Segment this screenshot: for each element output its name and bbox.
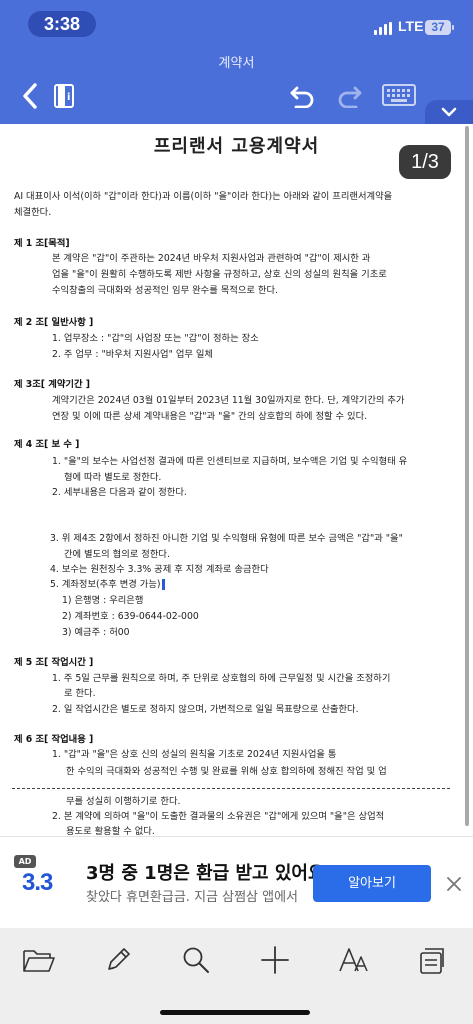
ad-logo: 3.3 bbox=[22, 869, 53, 896]
search-icon bbox=[183, 947, 209, 973]
back-chevron-icon bbox=[23, 83, 37, 109]
keyboard-icon bbox=[382, 84, 416, 106]
doc-line: 1. "갑"과 "을"은 상호 신의 성실의 원칙을 기초로 2024년 지원사… bbox=[52, 749, 337, 760]
document-title: 계약서 bbox=[218, 56, 255, 71]
document-info-button[interactable]: i bbox=[50, 78, 80, 114]
undo-button[interactable] bbox=[284, 78, 320, 114]
status-time: 3:38 bbox=[28, 11, 96, 37]
doc-line: 1. "을"의 보수는 사업선정 결과에 따른 인센티브로 지급하며, 보수액은… bbox=[52, 456, 408, 467]
battery-icon: 37 bbox=[425, 20, 454, 35]
doc-line: 계약기간은 2024년 03월 01일부터 2023년 11월 30일까지로 한… bbox=[52, 395, 405, 406]
undo-icon bbox=[290, 86, 314, 108]
redo-button[interactable] bbox=[332, 78, 368, 114]
doc-line: 3) 예금주 : 허00 bbox=[62, 627, 130, 638]
doc-line: 1. 주 5일 근무를 원칙으로 하며, 주 단위로 상호협의 하에 근무일정 … bbox=[52, 673, 391, 684]
account-info-label: 5. 계좌정보(추후 변경 가능) bbox=[50, 579, 161, 590]
page-break bbox=[12, 788, 450, 789]
section-title: 제 6 조[ 작업내용 ] bbox=[14, 734, 94, 745]
back-button[interactable] bbox=[14, 78, 46, 114]
home-indicator bbox=[160, 1010, 310, 1015]
doc-line: 2. 주 업무 : "바우처 지원사업" 업무 일체 bbox=[52, 349, 213, 360]
ad-title: 3명 중 1명은 환급 받고 있어요 bbox=[86, 863, 325, 884]
ad-subtitle: 찾았다 휴면환급금. 지금 삼쩜삼 앱에서 확인하세요 bbox=[86, 890, 298, 905]
doc-line: 간에 별도의 협의로 정한다. bbox=[64, 549, 170, 560]
pages-icon bbox=[420, 948, 444, 974]
signal-icon bbox=[374, 22, 394, 35]
pen-button[interactable] bbox=[98, 940, 138, 980]
text-format-icon bbox=[339, 948, 368, 972]
section-title: 제 1 조[목적] bbox=[14, 238, 70, 249]
pen-icon bbox=[108, 948, 130, 970]
doc-line: 3. 위 제4조 2항에서 정하진 아니한 기업 및 수익형태 유형에 따른 보… bbox=[50, 533, 403, 544]
doc-line: 로 한다. bbox=[64, 688, 96, 699]
section-title: 제 2 조[ 일반사항 ] bbox=[14, 317, 94, 328]
add-button[interactable] bbox=[255, 940, 295, 980]
collapse-toolbar-button[interactable] bbox=[425, 100, 473, 124]
doc-line: 2. 세부내용은 다음과 같이 정한다. bbox=[52, 487, 187, 498]
folder-icon bbox=[23, 950, 55, 972]
open-file-button[interactable] bbox=[19, 940, 59, 980]
plus-icon bbox=[261, 946, 289, 974]
keyboard-button[interactable] bbox=[380, 78, 418, 114]
doc-line: 수익창출의 극대화와 성공적인 임무 완수를 목적으로 한다. bbox=[52, 285, 278, 296]
section-title: 제 3조[ 계약기간 ] bbox=[14, 379, 90, 390]
ad-learn-more-button[interactable]: 알아보기 bbox=[313, 865, 431, 902]
search-button[interactable] bbox=[176, 940, 216, 980]
document-icon: i bbox=[54, 84, 74, 108]
doc-line: 1. 업무장소 : "갑"의 사업장 또는 "갑"이 정하는 장소 bbox=[52, 333, 259, 344]
status-bar: 3:38 LTE 37 bbox=[0, 0, 473, 50]
doc-line: 한 수익의 극대화와 성공적인 수행 및 완료를 위해 상호 합의하에 정해진 … bbox=[66, 766, 387, 777]
doc-line: 본 계약은 "갑"이 주관하는 2024년 바우처 지원사업과 관련하여 "갑"… bbox=[52, 253, 371, 264]
bottom-toolbar bbox=[0, 928, 473, 1024]
text-cursor bbox=[161, 579, 165, 590]
doc-line: 4. 보수는 원천징수 3.3% 공제 후 지정 계좌로 송금한다 bbox=[50, 564, 269, 575]
doc-line: 형에 따라 별도로 정한다. bbox=[64, 472, 162, 483]
close-icon bbox=[447, 877, 461, 891]
doc-line: 업을 "을"이 원활히 수행하도록 제반 사항을 규정하고, 상호 신의 성실의… bbox=[52, 269, 387, 280]
doc-line: 2) 계좌번호 : 639-0644-02-000 bbox=[62, 611, 199, 622]
pages-button[interactable] bbox=[412, 940, 452, 980]
doc-line: AI 대표이사 이석(이하 "갑"이라 한다)과 이름(이하 "을"이라 한다)… bbox=[14, 191, 393, 202]
page-indicator: 1/3 bbox=[399, 145, 451, 179]
doc-line: 1) 은행명 : 우리은행 bbox=[62, 595, 144, 606]
doc-line: 5. 계좌정보(추후 변경 가능) bbox=[50, 578, 165, 591]
svg-text:i: i bbox=[67, 92, 70, 103]
network-type: LTE bbox=[398, 18, 424, 34]
ad-banner[interactable]: AD 3.3 3명 중 1명은 환급 받고 있어요 찾았다 휴면환급금. 지금 … bbox=[0, 836, 473, 928]
doc-line: 연장 및 이에 따른 상세 계약내용은 "갑"과 "을" 간의 상호합의 하에 … bbox=[52, 411, 368, 422]
doc-line: 무를 성실히 이행하기로 한다. bbox=[66, 796, 181, 807]
ad-close-button[interactable] bbox=[445, 875, 463, 893]
doc-line: 2. 본 계약에 의하여 "을"이 도출한 결과물의 소유권은 "갑"에게 있으… bbox=[52, 811, 385, 822]
text-format-button[interactable] bbox=[334, 940, 374, 980]
document-viewer[interactable]: 프리랜서 고용계약서 1/3 AI 대표이사 이석(이하 "갑"이라 한다)과 … bbox=[0, 124, 473, 836]
chevron-down-icon bbox=[441, 107, 457, 117]
vertical-scrollbar[interactable] bbox=[465, 126, 469, 826]
ad-label: AD bbox=[14, 855, 36, 868]
doc-line: 체결한다. bbox=[14, 207, 52, 218]
doc-line: 용도로 활용할 수 없다. bbox=[66, 826, 155, 836]
top-toolbar: i bbox=[0, 78, 473, 118]
section-title: 제 4 조[ 보 수 ] bbox=[14, 439, 80, 450]
section-title: 제 5 조[ 작업시간 ] bbox=[14, 657, 94, 668]
redo-icon bbox=[338, 86, 362, 108]
app-header: 3:38 LTE 37 계약서 i bbox=[0, 0, 473, 124]
doc-line: 2. 일 작업시간은 별도로 정하지 않으며, 가변적으로 일일 목표량으로 산… bbox=[52, 704, 359, 715]
